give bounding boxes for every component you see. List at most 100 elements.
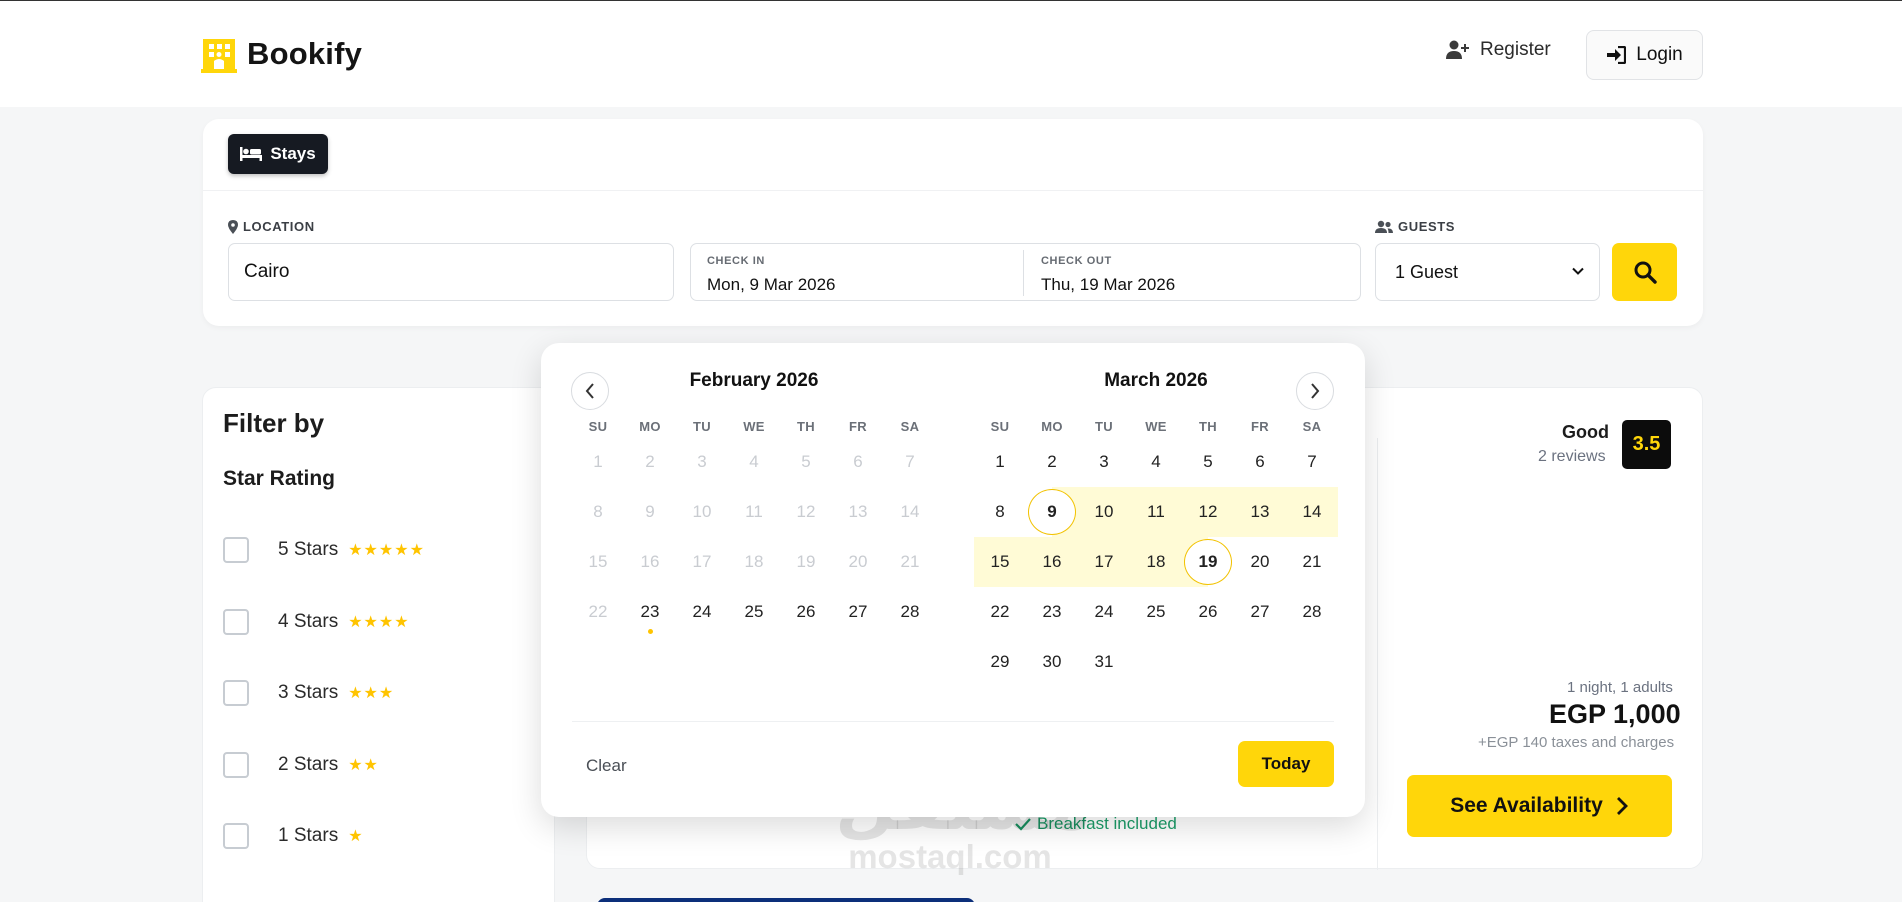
star-icons: ★	[348, 828, 364, 845]
calendar-day: 7	[905, 452, 915, 471]
weekday-label: SU	[990, 419, 1010, 434]
weekday-label: TU	[693, 419, 711, 434]
calendar-day[interactable]: 23	[624, 587, 676, 637]
next-hotel-card-edge	[597, 898, 975, 902]
today-button[interactable]: Today	[1238, 741, 1334, 787]
star-filter-label: 2 Stars	[278, 753, 339, 775]
register-link[interactable]: Register	[1446, 39, 1551, 61]
star-filter-checkbox[interactable]	[223, 823, 249, 849]
checkin-label: CHECK IN	[707, 255, 765, 267]
calendar-day[interactable]: 12	[1182, 487, 1234, 537]
calendar-day[interactable]: 16	[1026, 537, 1078, 587]
calendar-day[interactable]: 1	[974, 437, 1026, 487]
star-rating-heading: Star Rating	[223, 467, 336, 490]
calendar-day[interactable]: 26	[780, 587, 832, 637]
calendar-day[interactable]: 19	[1182, 537, 1234, 587]
star-filter-checkbox[interactable]	[223, 751, 249, 778]
calendar-day[interactable]: 21	[1286, 537, 1338, 587]
calendar-day[interactable]: 24	[1078, 587, 1130, 637]
star-filter-option[interactable]: 3 Stars ★★★	[223, 680, 394, 706]
calendar-day[interactable]: 26	[1182, 587, 1234, 637]
prev-month-button[interactable]	[571, 372, 609, 410]
guests-value: 1 Guest	[1395, 261, 1459, 282]
calendar-day[interactable]: 15	[974, 537, 1026, 587]
calendar-day[interactable]: 18	[1130, 537, 1182, 587]
calendar-day[interactable]: 25	[1130, 587, 1182, 637]
calendar-day[interactable]: 25	[728, 587, 780, 637]
star-filter-checkbox[interactable]	[223, 608, 249, 635]
calendar-day[interactable]: 28	[884, 587, 936, 637]
calendar-day: 1	[593, 452, 603, 471]
calendar-day[interactable]: 11	[1130, 487, 1182, 537]
calendar-day: 20	[848, 552, 868, 571]
location-value: Cairo	[244, 261, 290, 282]
chevron-left-icon	[585, 383, 594, 399]
star-filter-option[interactable]: 5 Stars ★★★★★	[223, 537, 425, 563]
weekday-label: TH	[1199, 419, 1217, 434]
calendar-day: 18	[744, 552, 764, 571]
clear-dates-button[interactable]: Clear	[586, 756, 627, 776]
calendar-day[interactable]: 5	[1182, 437, 1234, 487]
calendar-day[interactable]: 9	[1026, 487, 1078, 537]
calendar-day[interactable]: 13	[1234, 487, 1286, 537]
star-filter-option[interactable]: 2 Stars ★★	[223, 751, 379, 778]
calendar-day[interactable]: 20	[1234, 537, 1286, 587]
calendar-day[interactable]: 3	[1078, 437, 1130, 487]
brand-logo[interactable]: Bookify	[201, 35, 362, 73]
see-availability-button[interactable]: See Availability	[1407, 775, 1672, 837]
calendar-day[interactable]: 2	[1026, 437, 1078, 487]
calendar-day[interactable]: 28	[1286, 587, 1338, 637]
date-range-field[interactable]: CHECK IN Mon, 9 Mar 2026 CHECK OUT Thu, …	[690, 243, 1361, 301]
calendar-day[interactable]: 27	[1234, 587, 1286, 637]
star-filter-option[interactable]: 4 Stars ★★★★	[223, 608, 410, 635]
checkin-value[interactable]: Mon, 9 Mar 2026	[707, 275, 836, 295]
calendar-footer-divider	[572, 721, 1334, 722]
star-filter-checkbox[interactable]	[223, 537, 249, 563]
weekday-label: MO	[1041, 419, 1063, 434]
calendar-day[interactable]: 31	[1078, 637, 1130, 687]
brand-name: Bookify	[247, 36, 363, 71]
location-input[interactable]: Cairo	[228, 243, 674, 301]
calendar-day[interactable]: 6	[1234, 437, 1286, 487]
calendar-day: 12	[796, 502, 816, 521]
star-filter-option[interactable]: 1 Stars ★	[223, 823, 364, 849]
star-filter-label: 5 Stars	[278, 539, 339, 560]
calendar-day: 19	[796, 552, 816, 571]
calendar-day[interactable]: 27	[832, 587, 884, 637]
calendar-day: 11	[745, 502, 763, 521]
tab-stays[interactable]: Stays	[228, 134, 328, 174]
star-filter-label: 1 Stars	[278, 825, 339, 846]
calendar-day[interactable]: 8	[974, 487, 1026, 537]
calendar-day[interactable]: 22	[974, 587, 1026, 637]
star-filter-checkbox[interactable]	[223, 680, 249, 706]
weekday-label: WE	[743, 419, 765, 434]
next-month-button[interactable]	[1296, 372, 1334, 410]
filter-panel: Filter by Star Rating 5 Stars ★★★★★ 4 Star…	[202, 387, 555, 902]
calendar-day[interactable]: 10	[1078, 487, 1130, 537]
search-button[interactable]	[1612, 243, 1677, 301]
price-amount: EGP 1,000	[1549, 699, 1681, 729]
calendar-day[interactable]: 30	[1026, 637, 1078, 687]
guests-select[interactable]: 1 Guest	[1375, 243, 1600, 301]
weekday-label: TH	[797, 419, 815, 434]
weekday-label: TU	[1095, 419, 1113, 434]
calendar-day: 16	[640, 552, 660, 571]
calendar-day[interactable]: 17	[1078, 537, 1130, 587]
weekday-label: WE	[1145, 419, 1167, 434]
calendar-day[interactable]: 29	[974, 637, 1026, 687]
location-label: LOCATION	[228, 219, 315, 234]
calendar-day: 10	[692, 502, 712, 521]
bed-icon	[240, 147, 263, 161]
calendar-month-title: March 2026	[1104, 370, 1208, 391]
card-divider	[203, 190, 1703, 191]
see-availability-label: See Availability	[1450, 794, 1603, 817]
calendar-day: 5	[801, 452, 811, 471]
calendar-day[interactable]: 7	[1286, 437, 1338, 487]
today-indicator-dot	[648, 629, 653, 634]
calendar-day[interactable]: 4	[1130, 437, 1182, 487]
calendar-day[interactable]: 24	[676, 587, 728, 637]
calendar-day[interactable]: 14	[1286, 487, 1338, 537]
calendar-day[interactable]: 23	[1026, 587, 1078, 637]
checkout-value[interactable]: Thu, 19 Mar 2026	[1041, 275, 1175, 295]
login-button[interactable]: Login	[1586, 30, 1703, 80]
